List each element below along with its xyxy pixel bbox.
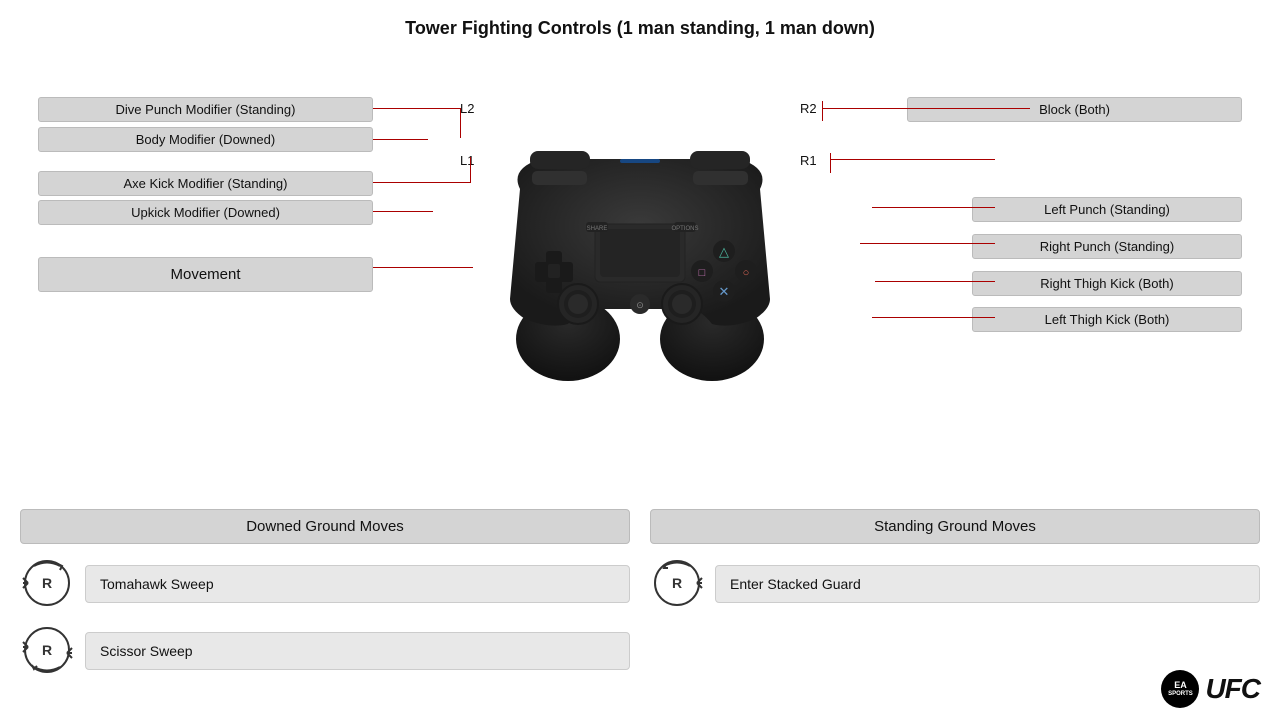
svg-text:R: R	[42, 575, 52, 591]
controller-area: Dive Punch Modifier (Standing) Body Modi…	[0, 39, 1280, 459]
logo-area: EA SPORTS UFC	[1161, 670, 1260, 708]
svg-text:□: □	[699, 267, 706, 279]
svg-text:OPTIONS: OPTIONS	[671, 226, 698, 232]
downed-ground-moves-title: Downed Ground Moves	[20, 509, 630, 544]
left-thigh-kick-line	[872, 317, 995, 318]
r1-v-line	[830, 153, 831, 173]
svg-text:R: R	[672, 575, 682, 591]
tomahawk-icon: R	[20, 556, 75, 611]
svg-text:⊙: ⊙	[636, 300, 644, 310]
svg-text:SHARE: SHARE	[587, 226, 608, 232]
ea-sports-logo: EA SPORTS	[1161, 670, 1199, 708]
standing-ground-moves-panel: Standing Ground Moves R Enter Stacked Gu…	[650, 509, 1260, 690]
right-thigh-kick-label: Right Thigh Kick (Both)	[972, 271, 1242, 296]
left-punch-line	[872, 207, 995, 208]
tomahawk-sweep-row: R Tomahawk Sweep	[20, 556, 630, 611]
r2-top-line	[822, 108, 1030, 109]
controller-image: ⊙ SHARE OPTIONS △ □	[460, 109, 820, 389]
enter-stacked-guard-icon: R	[650, 556, 705, 611]
page-title: Tower Fighting Controls (1 man standing,…	[0, 0, 1280, 39]
standing-ground-moves-title: Standing Ground Moves	[650, 509, 1260, 544]
l2-bottom-line	[373, 139, 428, 140]
l1-top-label: Axe Kick Modifier (Standing)	[38, 171, 373, 196]
r1-line	[830, 159, 995, 160]
svg-text:✕: ✕	[719, 284, 730, 299]
scissor-icon: R	[20, 623, 75, 678]
l2-top-label: Dive Punch Modifier (Standing)	[38, 97, 373, 122]
movement-line	[373, 267, 473, 268]
movement-label: Movement	[38, 257, 373, 292]
right-punch-label: Right Punch (Standing)	[972, 234, 1242, 259]
svg-text:R: R	[42, 642, 52, 658]
enter-stacked-guard-label: Enter Stacked Guard	[715, 565, 1260, 603]
right-punch-line	[860, 243, 995, 244]
svg-text:○: ○	[743, 267, 750, 279]
r2-v-line	[822, 101, 823, 121]
scissor-sweep-label: Scissor Sweep	[85, 632, 630, 670]
ufc-logo: UFC	[1205, 673, 1260, 705]
right-thigh-kick-line	[875, 281, 995, 282]
l1-top-line	[373, 182, 471, 183]
left-punch-label: Left Punch (Standing)	[972, 197, 1242, 222]
left-thigh-kick-label: Left Thigh Kick (Both)	[972, 307, 1242, 332]
bottom-section: Downed Ground Moves R Tomahawk Sweep	[20, 509, 1260, 690]
block-label: Block (Both)	[907, 97, 1242, 122]
l2-top-line	[373, 108, 461, 109]
scissor-sweep-row: R Scissor Sweep	[20, 623, 630, 678]
l1-bottom-label: Upkick Modifier (Downed)	[38, 200, 373, 225]
svg-text:△: △	[719, 244, 729, 259]
enter-stacked-guard-row: R Enter Stacked Guard	[650, 556, 1260, 611]
l2-bottom-label: Body Modifier (Downed)	[38, 127, 373, 152]
l1-bottom-line	[373, 211, 433, 212]
tomahawk-sweep-label: Tomahawk Sweep	[85, 565, 630, 603]
downed-ground-moves-panel: Downed Ground Moves R Tomahawk Sweep	[20, 509, 630, 690]
